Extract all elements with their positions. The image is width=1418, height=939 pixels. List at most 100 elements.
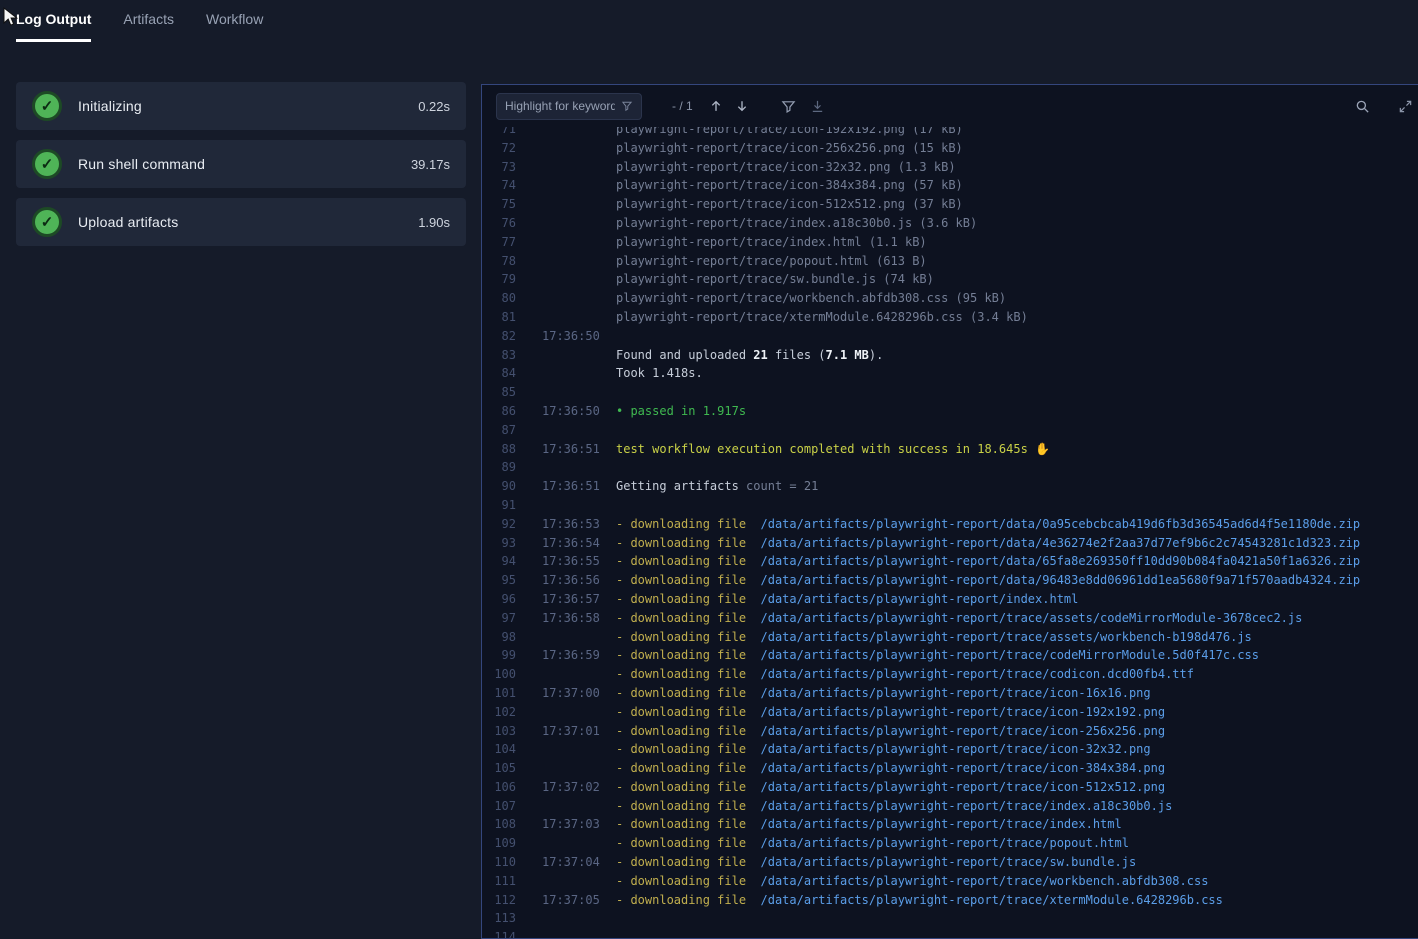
log-timestamp xyxy=(542,270,600,289)
tab-log-output[interactable]: Log Output xyxy=(16,11,91,42)
log-line-number: 71 xyxy=(482,127,516,139)
log-text: playwright-report/trace/workbench.abfdb3… xyxy=(616,289,1006,308)
step-success-check-icon: ✓ xyxy=(32,207,62,237)
log-timestamp xyxy=(542,628,600,647)
log-timestamp: 17:36:56 xyxy=(542,571,600,590)
log-line-number: 111 xyxy=(482,872,516,891)
log-segment: /data/artifacts/playwright-report/trace/… xyxy=(746,780,1165,794)
log-segment: count = 21 xyxy=(739,479,818,493)
log-segment: - downloading file xyxy=(616,592,746,606)
log-line: 74 playwright-report/trace/icon-384x384.… xyxy=(482,176,1418,195)
log-timestamp xyxy=(542,703,600,722)
log-line: 101 17:37:00 - downloading file /data/ar… xyxy=(482,684,1418,703)
step-label: Upload artifacts xyxy=(78,214,178,230)
tab-artifacts[interactable]: Artifacts xyxy=(123,11,174,42)
log-line-number: 98 xyxy=(482,628,516,647)
log-line-number: 72 xyxy=(482,139,516,158)
log-line-number: 113 xyxy=(482,909,516,928)
log-timestamp xyxy=(542,928,600,938)
highlight-keywords-input-wrap[interactable] xyxy=(496,93,642,120)
previous-match-button[interactable] xyxy=(709,99,723,113)
expand-panel-button[interactable] xyxy=(1398,99,1413,114)
log-timestamp: 17:36:54 xyxy=(542,534,600,553)
log-timestamp: 17:37:03 xyxy=(542,815,600,834)
tab-label: Log Output xyxy=(16,11,91,27)
log-timestamp: 17:36:53 xyxy=(542,515,600,534)
log-timestamp xyxy=(542,740,600,759)
log-text: - downloading file /data/artifacts/playw… xyxy=(616,759,1165,778)
log-timestamp: 17:36:55 xyxy=(542,552,600,571)
log-segment: playwright-report/trace/icon-384x384.png… xyxy=(616,178,963,192)
step-card-upload-artifacts[interactable]: ✓ Upload artifacts 1.90s xyxy=(16,198,466,246)
log-segment: files ( xyxy=(768,348,826,362)
next-match-button[interactable] xyxy=(735,99,749,113)
log-segment: /data/artifacts/playwright-report/trace/… xyxy=(746,893,1223,907)
log-text: playwright-report/trace/icon-256x256.png… xyxy=(616,139,963,158)
log-line-number: 100 xyxy=(482,665,516,684)
log-segment: - downloading file xyxy=(616,799,746,813)
log-line-number: 93 xyxy=(482,534,516,553)
download-log-button[interactable] xyxy=(810,99,825,114)
log-text: - downloading file /data/artifacts/playw… xyxy=(616,834,1129,853)
log-line-number: 104 xyxy=(482,740,516,759)
log-line-number: 88 xyxy=(482,440,516,459)
log-text: - downloading file /data/artifacts/playw… xyxy=(616,646,1259,665)
log-segment: /data/artifacts/playwright-report/trace/… xyxy=(746,761,1165,775)
log-timestamp xyxy=(542,252,600,271)
log-segment: /data/artifacts/playwright-report/trace/… xyxy=(746,648,1259,662)
log-segment: - downloading file xyxy=(616,536,746,550)
log-line: 77 playwright-report/trace/index.html (1… xyxy=(482,233,1418,252)
log-segment: - downloading file xyxy=(616,667,746,681)
log-line-number: 112 xyxy=(482,891,516,910)
log-text: playwright-report/trace/icon-512x512.png… xyxy=(616,195,963,214)
log-segment: /data/artifacts/playwright-report/data/4… xyxy=(746,536,1360,550)
log-segment: /data/artifacts/playwright-report/trace/… xyxy=(746,742,1151,756)
log-line-number: 76 xyxy=(482,214,516,233)
log-line-number: 78 xyxy=(482,252,516,271)
log-line-number: 99 xyxy=(482,646,516,665)
log-segment: - downloading file xyxy=(616,874,746,888)
log-segment: /data/artifacts/playwright-report/trace/… xyxy=(746,817,1122,831)
log-scroll-area[interactable]: 71 playwright-report/trace/icon-192x192.… xyxy=(482,127,1418,938)
step-card-initializing[interactable]: ✓ Initializing 0.22s xyxy=(16,82,466,130)
log-line: 91 xyxy=(482,496,1418,515)
log-timestamp xyxy=(542,233,600,252)
log-timestamp: 17:37:02 xyxy=(542,778,600,797)
log-timestamp xyxy=(542,127,600,139)
log-line: 100 - downloading file /data/artifacts/p… xyxy=(482,665,1418,684)
step-card-run-shell-command[interactable]: ✓ Run shell command 39.17s xyxy=(16,140,466,188)
log-timestamp: 17:36:50 xyxy=(542,402,600,421)
log-line: 75 playwright-report/trace/icon-512x512.… xyxy=(482,195,1418,214)
log-segment: - downloading file xyxy=(616,554,746,568)
log-segment: /data/artifacts/playwright-report/data/9… xyxy=(746,573,1360,587)
log-line-number: 96 xyxy=(482,590,516,609)
log-segment: - downloading file xyxy=(616,855,746,869)
log-segment: playwright-report/trace/icon-256x256.png… xyxy=(616,141,963,155)
log-text: - downloading file /data/artifacts/playw… xyxy=(616,665,1194,684)
log-text: Getting artifacts count = 21 xyxy=(616,477,818,496)
log-line: 82 17:36:50 xyxy=(482,327,1418,346)
log-timestamp xyxy=(542,346,600,365)
log-line: 80 playwright-report/trace/workbench.abf… xyxy=(482,289,1418,308)
log-segment: /data/artifacts/playwright-report/trace/… xyxy=(746,630,1252,644)
log-segment: playwright-report/trace/sw.bundle.js (74… xyxy=(616,272,934,286)
log-segment: /data/artifacts/playwright-report/trace/… xyxy=(746,705,1165,719)
log-segment: ✋ xyxy=(1035,442,1050,456)
log-segment: - downloading file xyxy=(616,573,746,587)
log-line-number: 83 xyxy=(482,346,516,365)
log-line-number: 86 xyxy=(482,402,516,421)
log-line-number: 94 xyxy=(482,552,516,571)
filter-log-button[interactable] xyxy=(781,99,796,114)
log-segment: /data/artifacts/playwright-report/index.… xyxy=(746,592,1078,606)
log-segment: - downloading file xyxy=(616,780,746,794)
log-segment: - downloading file xyxy=(616,517,746,531)
log-timestamp: 17:37:00 xyxy=(542,684,600,703)
log-segment: playwright-report/trace/icon-32x32.png (… xyxy=(616,160,956,174)
tab-workflow[interactable]: Workflow xyxy=(206,11,263,42)
log-line-number: 79 xyxy=(482,270,516,289)
search-log-button[interactable] xyxy=(1355,99,1370,114)
log-segment: - downloading file xyxy=(616,742,746,756)
highlight-keywords-input[interactable] xyxy=(505,99,615,113)
log-timestamp xyxy=(542,458,600,477)
log-line-number: 108 xyxy=(482,815,516,834)
